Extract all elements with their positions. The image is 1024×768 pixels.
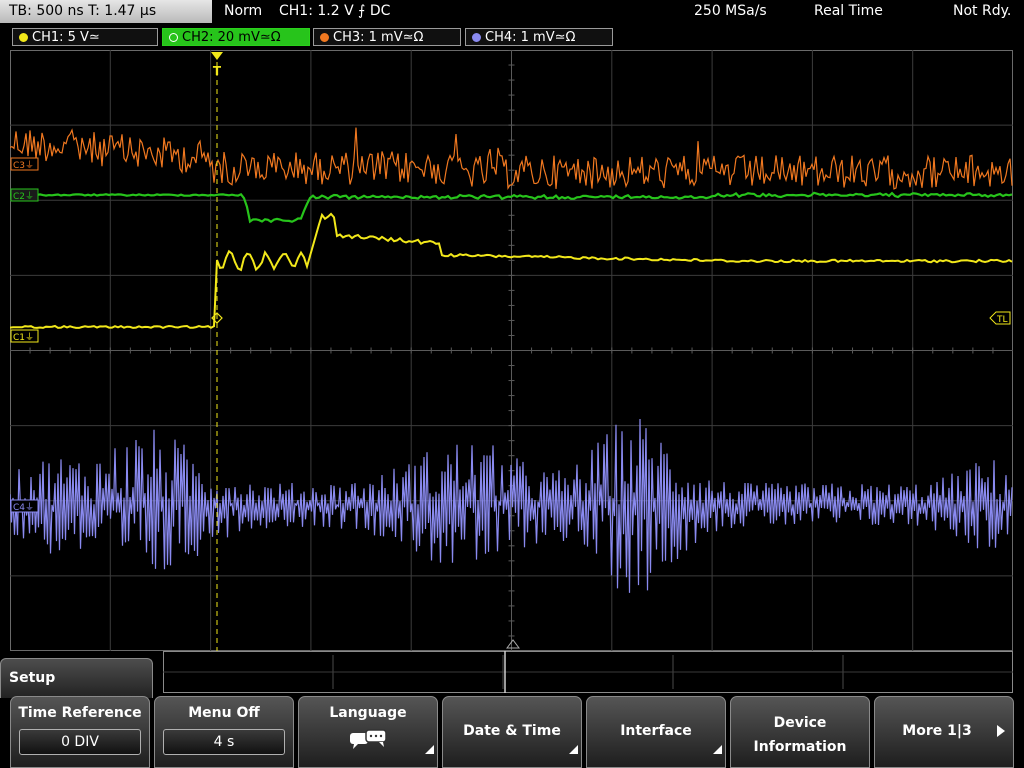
device-information-line1: Device xyxy=(773,715,827,731)
submenu-corner-icon xyxy=(713,745,722,754)
device-information-softkey[interactable]: Device Information xyxy=(730,696,870,768)
trigger-status: Not Rdy. xyxy=(953,3,1012,19)
setup-menu-tab[interactable]: Setup xyxy=(0,658,153,698)
language-softkey[interactable]: Language xyxy=(298,696,438,768)
date-time-title: Date & Time xyxy=(463,723,561,739)
acquisition-mode: Real Time xyxy=(814,3,883,19)
channel-1-label: CH1: 5 V≃ xyxy=(32,30,100,45)
language-title: Language xyxy=(329,705,407,721)
channel-3-chip[interactable]: CH3: 1 mV≃Ω xyxy=(313,28,461,46)
channel-1-dot-icon xyxy=(19,33,28,42)
channel-4-label: CH4: 1 mV≃Ω xyxy=(485,30,576,45)
submenu-corner-icon xyxy=(569,745,578,754)
channel-1-chip[interactable]: CH1: 5 V≃ xyxy=(12,28,158,46)
channel-4-chip[interactable]: CH4: 1 mV≃Ω xyxy=(465,28,613,46)
time-reference-value: 0 DIV xyxy=(19,729,141,755)
submenu-corner-icon xyxy=(425,745,434,754)
sample-rate: 250 MSa/s xyxy=(694,3,767,19)
timebase-text: TB: 500 ns T: 1.47 µs xyxy=(9,3,157,19)
timebase-readout[interactable]: TB: 500 ns T: 1.47 µs xyxy=(0,0,212,23)
zoom-strip xyxy=(163,651,1013,693)
channel-2-marker[interactable]: C2⏚ xyxy=(10,188,39,202)
more-softkey[interactable]: More 1|3 xyxy=(874,696,1014,768)
channel-3-marker-label: C3⏚ xyxy=(13,160,34,171)
channel-3-marker[interactable]: C3⏚ xyxy=(10,157,39,171)
time-reference-softkey[interactable]: Time Reference 0 DIV xyxy=(10,696,150,768)
channel-3-label: CH3: 1 mV≃Ω xyxy=(333,30,424,45)
time-reference-title: Time Reference xyxy=(18,705,142,721)
trigger-info[interactable]: CH1: 1.2 V ⨍ DC xyxy=(279,3,390,19)
channel-4-marker-label: C4⏚ xyxy=(13,502,34,513)
trigger-level-label: TL xyxy=(996,315,1008,325)
menu-off-value: 4 s xyxy=(163,729,285,755)
channel-1-marker-label: C1⏚ xyxy=(13,332,34,343)
more-title: More 1|3 xyxy=(902,723,972,739)
menu-off-title: Menu Off xyxy=(188,705,260,721)
channel-2-chip[interactable]: CH2: 20 mV≃Ω xyxy=(162,28,310,46)
channel-2-dot-icon xyxy=(169,33,178,42)
device-information-line2: Information xyxy=(753,739,847,755)
channel-2-label: CH2: 20 mV≃Ω xyxy=(182,30,281,45)
channel-4-dot-icon xyxy=(472,33,481,42)
date-time-softkey[interactable]: Date & Time xyxy=(442,696,582,768)
channel-4-marker[interactable]: C4⏚ xyxy=(10,499,39,513)
trigger-position-label: T xyxy=(213,64,222,78)
speech-bubbles-icon xyxy=(350,729,387,749)
channel-3-dot-icon xyxy=(320,33,329,42)
interface-softkey[interactable]: Interface xyxy=(586,696,726,768)
waveform-display[interactable]: T C3⏚ C2⏚ C1⏚ C4⏚ TL xyxy=(10,50,1013,651)
arrow-right-icon xyxy=(997,725,1005,737)
menu-off-softkey[interactable]: Menu Off 4 s xyxy=(154,696,294,768)
setup-menu-title: Setup xyxy=(9,670,56,686)
channel-1-marker[interactable]: C1⏚ xyxy=(10,329,39,343)
interface-title: Interface xyxy=(620,723,692,739)
channel-2-marker-label: C2⏚ xyxy=(13,191,34,202)
trigger-mode[interactable]: Norm xyxy=(224,3,262,19)
